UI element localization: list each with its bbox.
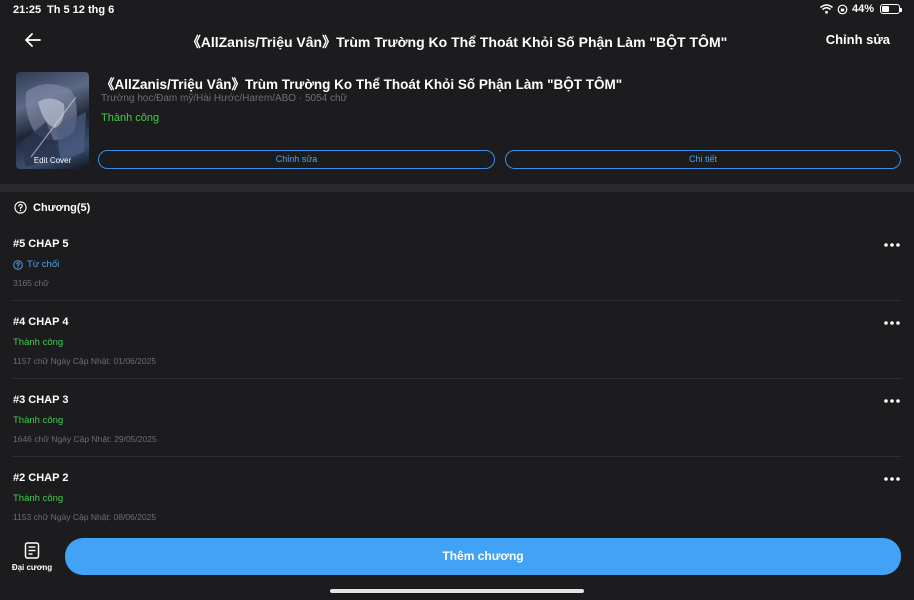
- edit-story-button[interactable]: Chỉnh sửa: [98, 150, 495, 169]
- outline-button[interactable]: Đại cương: [10, 540, 54, 576]
- chapters-count-label: Chương(5): [33, 201, 91, 214]
- story-detail-button[interactable]: Chi tiết: [505, 150, 901, 169]
- more-options-icon[interactable]: [883, 320, 901, 326]
- chapter-status-label: Từ chối: [27, 259, 60, 270]
- chapter-row[interactable]: #3 CHAP 3 Thành công 1646 chữ Ngày Cập N…: [0, 394, 914, 472]
- help-icon: [13, 259, 23, 270]
- chapter-meta: 1157 chữ Ngày Cập Nhật: 01/06/2025: [13, 356, 157, 366]
- add-chapter-button[interactable]: Thêm chương: [65, 538, 901, 575]
- chapter-title: #3 CHAP 3: [13, 394, 69, 406]
- edit-cover-label: Edit Cover: [33, 156, 72, 165]
- chapters-header: Chương(5): [14, 201, 90, 214]
- row-divider: [12, 300, 902, 301]
- story-meta: Trường học/Đam mỹ/Hài Hước/Harem/ABO · 5…: [101, 93, 348, 104]
- home-indicator[interactable]: [330, 589, 584, 593]
- story-card: Edit Cover 《AllZanis/Triệu Vân》Trùm Trườ…: [0, 60, 914, 184]
- chapter-title: #2 CHAP 2: [13, 472, 69, 484]
- status-date: Th 5 12 thg 6: [47, 4, 115, 16]
- section-divider: [0, 184, 914, 192]
- nav-edit-button[interactable]: Chỉnh sửa: [826, 32, 890, 47]
- help-icon[interactable]: [14, 201, 27, 214]
- battery-fill: [882, 6, 890, 12]
- cover-art: [21, 83, 86, 167]
- chapter-status: Thành công: [13, 493, 64, 504]
- arrow-left-icon: [25, 33, 41, 47]
- chapter-status: Thành công: [13, 337, 64, 348]
- chapter-row[interactable]: #4 CHAP 4 Thành công 1157 chữ Ngày Cập N…: [0, 316, 914, 394]
- status-bar: 21:25 Th 5 12 thg 6 44%: [0, 0, 914, 20]
- more-options-icon[interactable]: [883, 398, 901, 404]
- back-button[interactable]: [22, 29, 44, 51]
- outline-label: Đại cương: [11, 563, 53, 572]
- more-options-icon[interactable]: [883, 242, 901, 248]
- chapter-title: #5 CHAP 5: [13, 238, 69, 250]
- chapter-meta: 3165 chữ: [13, 278, 49, 288]
- battery-percent: 44%: [851, 3, 874, 15]
- cover-image[interactable]: Edit Cover: [16, 72, 89, 169]
- wifi-icon: [819, 4, 833, 14]
- chapter-status: Từ chối: [13, 259, 59, 270]
- story-status: Thành công: [101, 112, 160, 124]
- battery-icon: [880, 4, 902, 14]
- status-time: 21:25: [13, 4, 42, 16]
- page-title: 《AllZanis/Triệu Vân》Trùm Trường Ko Thể T…: [186, 34, 728, 50]
- nav-bar: 《AllZanis/Triệu Vân》Trùm Trường Ko Thể T…: [0, 22, 914, 58]
- row-divider: [12, 378, 902, 379]
- chapter-meta: 1153 chữ Ngày Cập Nhật: 08/06/2025: [13, 512, 157, 522]
- status-indicators: 44%: [819, 3, 902, 15]
- story-title: 《AllZanis/Triệu Vân》Trùm Trường Ko Thể T…: [101, 77, 623, 92]
- chapter-title: #4 CHAP 4: [13, 316, 69, 328]
- chapter-row[interactable]: #5 CHAP 5 Từ chối 3165 chữ: [0, 238, 914, 316]
- row-divider: [12, 456, 902, 457]
- chapter-meta: 1646 chữ Ngày Cập Nhật: 29/05/2025: [13, 434, 157, 444]
- more-options-icon[interactable]: [883, 476, 901, 482]
- orientation-lock-icon: [837, 4, 848, 14]
- document-list-icon: [24, 542, 40, 559]
- chapter-status: Thành công: [13, 415, 64, 426]
